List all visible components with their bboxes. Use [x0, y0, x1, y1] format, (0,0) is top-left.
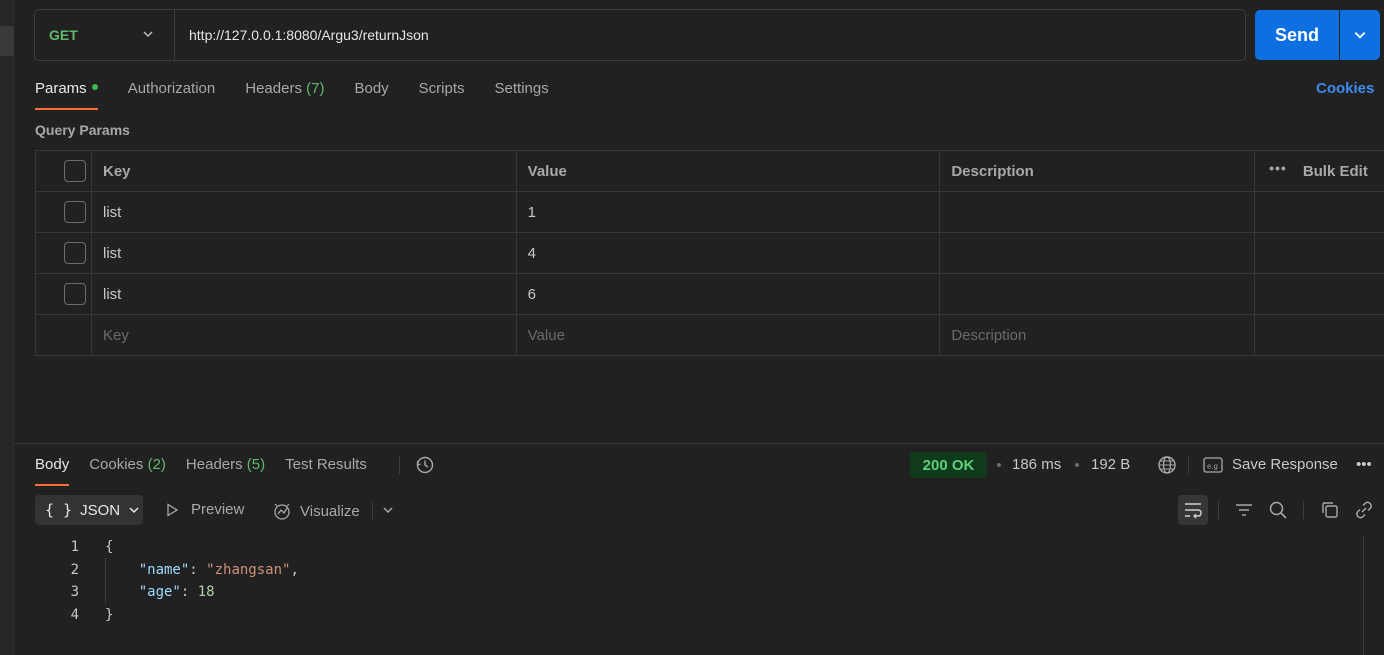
table-row: list 1: [36, 192, 1384, 233]
request-tabs: Params Authorization Headers (7) Body Sc…: [35, 80, 579, 110]
row-checkbox[interactable]: [64, 242, 86, 264]
send-options-button[interactable]: [1340, 10, 1380, 60]
separator-dot: [997, 463, 1001, 467]
divider: [1303, 501, 1304, 519]
param-description-cell[interactable]: [940, 274, 1256, 314]
tab-settings[interactable]: Settings: [495, 80, 549, 110]
left-sidebar-strip: [0, 0, 14, 655]
table-row: list 6: [36, 274, 1384, 315]
param-key-cell[interactable]: list: [92, 233, 517, 273]
wrap-lines-button[interactable]: [1178, 495, 1208, 525]
preview-button[interactable]: Preview: [165, 501, 244, 518]
send-button[interactable]: Send: [1255, 10, 1339, 60]
separator-dot: [1075, 463, 1079, 467]
row-checkbox[interactable]: [64, 201, 86, 223]
response-tab-cookies[interactable]: Cookies (2): [89, 456, 166, 486]
divider: [1188, 456, 1189, 474]
code-line: 4 }: [35, 604, 299, 627]
query-params-title: Query Params: [35, 122, 130, 138]
tab-params[interactable]: Params: [35, 80, 98, 110]
format-select[interactable]: { } JSON: [35, 495, 143, 525]
tab-body[interactable]: Body: [354, 80, 388, 110]
params-active-dot: [91, 84, 98, 91]
tab-scripts[interactable]: Scripts: [419, 80, 465, 110]
link-icon[interactable]: [1354, 500, 1374, 520]
response-size[interactable]: 192 B: [1091, 456, 1130, 473]
tab-authorization[interactable]: Authorization: [128, 80, 216, 110]
param-description-cell[interactable]: [940, 192, 1256, 232]
param-key-cell[interactable]: list: [92, 274, 517, 314]
header-key: Key: [92, 151, 517, 191]
json-key: "age": [138, 584, 181, 601]
chevron-down-icon: [1354, 32, 1366, 39]
url-bar: GET http://127.0.0.1:8080/Argu3/returnJs…: [34, 9, 1246, 61]
braces-icon: { }: [45, 501, 73, 519]
table-row-new: Key Value Description: [36, 315, 1384, 356]
line-number: 1: [70, 539, 79, 556]
code-line: 2 "name": "zhangsan",: [35, 559, 299, 582]
row-checkbox[interactable]: [64, 283, 86, 305]
table-row: list 4: [36, 233, 1384, 274]
save-response-icon: e.g: [1203, 457, 1223, 473]
param-key-cell[interactable]: list: [92, 192, 517, 232]
url-input[interactable]: http://127.0.0.1:8080/Argu3/returnJson: [175, 27, 429, 43]
divider: [399, 456, 400, 474]
cookies-link[interactable]: Cookies: [1316, 80, 1374, 97]
response-tabs: Body Cookies (2) Headers (5) Test Result…: [35, 456, 387, 486]
chevron-down-icon: [143, 31, 153, 38]
response-divider[interactable]: [14, 443, 1384, 444]
divider: [1218, 501, 1219, 519]
json-number-value: 18: [197, 584, 215, 601]
globe-icon[interactable]: [1157, 455, 1177, 475]
method-label: GET: [49, 27, 78, 43]
scrollbar[interactable]: [1363, 536, 1364, 655]
response-body-code[interactable]: 1 { 2 "name": "zhangsan", 3 "age": 18 4 …: [35, 536, 299, 626]
more-icon: •••: [1269, 160, 1287, 176]
history-icon[interactable]: [415, 455, 435, 475]
param-description-cell[interactable]: [940, 233, 1256, 273]
chevron-down-icon[interactable]: [382, 504, 394, 516]
sidebar-selected-item[interactable]: [0, 26, 14, 56]
code-line: 1 {: [35, 536, 299, 559]
more-icon[interactable]: •••: [1356, 456, 1372, 473]
header-value: Value: [517, 151, 941, 191]
json-string-value: "zhangsan": [206, 561, 291, 578]
line-number: 3: [70, 584, 79, 601]
new-key-input[interactable]: Key: [92, 315, 517, 355]
select-all-checkbox[interactable]: [64, 160, 86, 182]
param-value-cell[interactable]: 1: [517, 192, 941, 232]
line-number: 4: [70, 606, 79, 623]
tab-headers[interactable]: Headers (7): [245, 80, 324, 110]
bulk-edit-button[interactable]: ••• Bulk Edit: [1255, 151, 1384, 191]
query-params-table: Key Value Description ••• Bulk Edit list …: [35, 150, 1384, 356]
wrap-lines-icon: [1185, 503, 1202, 519]
method-select[interactable]: GET: [35, 10, 175, 60]
save-response-button[interactable]: Save Response: [1232, 456, 1338, 473]
search-icon[interactable]: [1268, 500, 1288, 520]
visualize-icon: [274, 503, 290, 520]
chevron-down-icon: [129, 507, 139, 514]
new-value-input[interactable]: Value: [517, 315, 941, 355]
table-header-row: Key Value Description ••• Bulk Edit: [36, 151, 1384, 192]
visualize-button[interactable]: Visualize: [272, 501, 360, 521]
response-time[interactable]: 186 ms: [1012, 456, 1061, 473]
filter-icon[interactable]: [1234, 500, 1254, 520]
header-description: Description: [940, 151, 1256, 191]
param-value-cell[interactable]: 4: [517, 233, 941, 273]
code-line: 3 "age": 18: [35, 581, 299, 604]
line-number: 2: [70, 561, 79, 578]
status-badge[interactable]: 200 OK: [910, 452, 987, 478]
response-tab-body[interactable]: Body: [35, 456, 70, 486]
new-description-input[interactable]: Description: [940, 315, 1256, 355]
divider: [372, 501, 373, 519]
copy-icon[interactable]: [1320, 500, 1340, 520]
response-tab-headers[interactable]: Headers (5): [186, 456, 265, 486]
indent-guide: [105, 558, 106, 604]
preview-icon: [167, 502, 179, 517]
svg-text:e.g: e.g: [1207, 463, 1218, 471]
json-key: "name": [138, 561, 190, 578]
response-tab-test-results[interactable]: Test Results: [285, 456, 367, 486]
param-value-cell[interactable]: 6: [517, 274, 941, 314]
